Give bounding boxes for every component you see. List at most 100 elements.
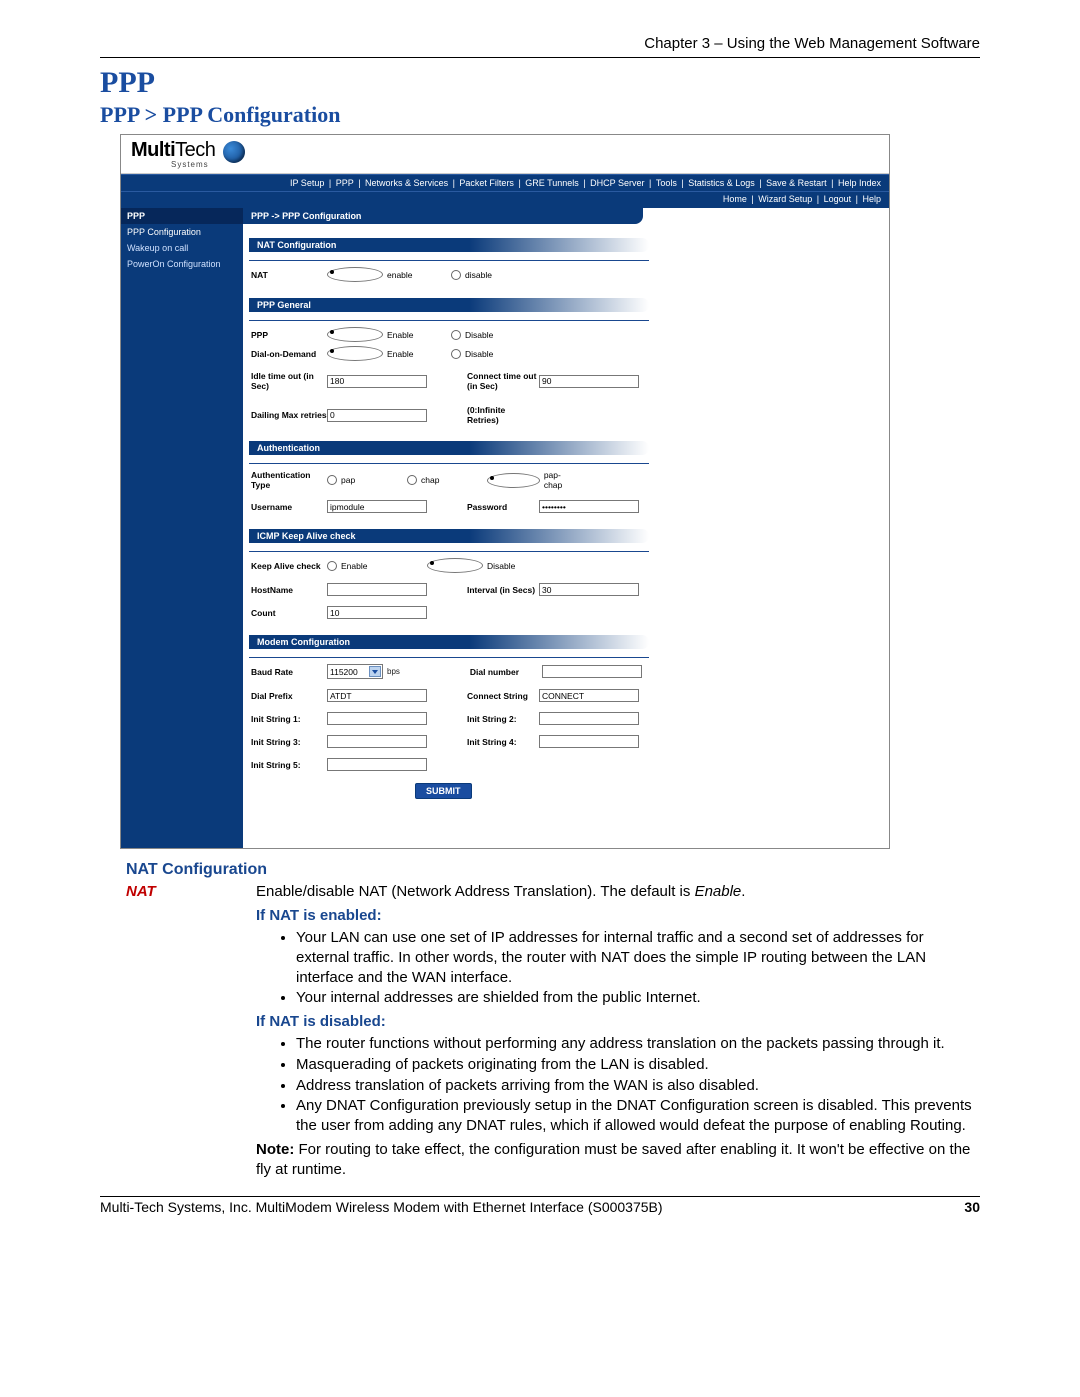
subheading-nat-disabled: If NAT is disabled:	[126, 1012, 980, 1032]
input-username[interactable]	[327, 500, 427, 513]
menu-item[interactable]: Save & Restart	[766, 178, 827, 188]
input-password[interactable]	[539, 500, 639, 513]
radio-auth-pap-chap[interactable]: pap-chap	[487, 470, 577, 490]
list-item: Your internal addresses are shielded fro…	[296, 988, 980, 1008]
label-auth-type: Authentication Type	[251, 470, 327, 490]
page-number: 30	[964, 1199, 980, 1215]
menu-item[interactable]: GRE Tunnels	[525, 178, 579, 188]
unit-bps: bps	[387, 667, 400, 676]
list-item: Any DNAT Configuration previously setup …	[296, 1096, 980, 1136]
list-nat-enabled: Your LAN can use one set of IP addresses…	[126, 928, 980, 1008]
label-dial-number: Dial number	[470, 667, 542, 677]
input-idle-timeout[interactable]	[327, 375, 427, 388]
sidebar-item-wakeup-on-call[interactable]: Wakeup on call	[121, 240, 243, 256]
section-divider	[249, 320, 649, 321]
logo-multi: MultiTech	[131, 139, 215, 161]
radio-nat-disable[interactable]: disable	[451, 270, 575, 280]
screenshot-box: MultiTech Systems IP Setup | PPP | Netwo…	[120, 134, 890, 849]
label-init-string-3: Init String 3:	[251, 737, 327, 747]
input-connect-string[interactable]	[539, 689, 639, 702]
input-dial-prefix[interactable]	[327, 689, 427, 702]
select-baud-rate[interactable]: 115200	[327, 664, 383, 679]
label-dial-prefix: Dial Prefix	[251, 691, 327, 701]
section-ppp-general-title: PPP General	[249, 298, 649, 312]
menu-item[interactable]: Networks & Services	[365, 178, 448, 188]
menu-item[interactable]: DHCP Server	[590, 178, 644, 188]
sub-menu: Home | Wizard Setup | Logout | Help	[121, 191, 889, 208]
label-count: Count	[251, 608, 327, 618]
section-divider	[249, 551, 649, 552]
label-dial-on-demand: Dial-on-Demand	[251, 349, 327, 359]
label-init-string-2: Init String 2:	[467, 714, 539, 724]
input-hostname[interactable]	[327, 583, 427, 596]
submenu-item[interactable]: Logout	[824, 194, 852, 204]
radio-nat-enable[interactable]: enable	[327, 267, 451, 282]
input-init-string-4[interactable]	[539, 735, 639, 748]
radio-ppp-disable[interactable]: Disable	[451, 330, 575, 340]
input-count[interactable]	[327, 606, 427, 619]
label-interval: Interval (in Secs)	[467, 585, 539, 595]
radio-dod-enable[interactable]: Enable	[327, 346, 451, 361]
input-dial-max-retries[interactable]	[327, 409, 427, 422]
sidebar-item-poweron-configuration[interactable]: PowerOn Configuration	[121, 256, 243, 272]
menu-item[interactable]: IP Setup	[290, 178, 324, 188]
menu-item[interactable]: PPP	[336, 178, 354, 188]
radio-keepalive-enable[interactable]: Enable	[327, 561, 427, 571]
radio-auth-chap[interactable]: chap	[407, 475, 487, 485]
label-connect-string: Connect String	[467, 691, 539, 701]
page-title: PPP	[100, 66, 980, 100]
sidebar-item-ppp-configuration[interactable]: PPP Configuration	[121, 224, 243, 240]
section-icmp-keep-alive-title: ICMP Keep Alive check	[249, 529, 649, 543]
input-init-string-2[interactable]	[539, 712, 639, 725]
subheading-nat-enabled: If NAT is enabled:	[126, 906, 980, 926]
label-ppp: PPP	[251, 330, 327, 340]
input-dial-number[interactable]	[542, 665, 642, 678]
radio-dod-disable[interactable]: Disable	[451, 349, 575, 359]
input-init-string-3[interactable]	[327, 735, 427, 748]
label-username: Username	[251, 502, 327, 512]
section-modem-configuration-title: Modem Configuration	[249, 635, 649, 649]
app-logo-bar: MultiTech Systems	[121, 135, 889, 174]
section-divider	[249, 657, 649, 658]
input-interval[interactable]	[539, 583, 639, 596]
sidebar-category: PPP	[121, 208, 243, 224]
list-item: Masquerading of packets originating from…	[296, 1055, 980, 1075]
label-dial-max-retries: Dailing Max retries	[251, 410, 327, 420]
radio-auth-pap[interactable]: pap	[327, 475, 407, 485]
list-item: The router functions without performing …	[296, 1034, 980, 1054]
list-item: Your LAN can use one set of IP addresses…	[296, 928, 980, 987]
main-menu: IP Setup | PPP | Networks & Services | P…	[121, 174, 889, 191]
list-nat-disabled: The router functions without performing …	[126, 1034, 980, 1136]
section-authentication-title: Authentication	[249, 441, 649, 455]
submenu-item[interactable]: Home	[723, 194, 747, 204]
menu-item[interactable]: Help Index	[838, 178, 881, 188]
input-connect-timeout[interactable]	[539, 375, 639, 388]
section-nat-title: NAT Configuration	[249, 238, 649, 252]
radio-ppp-enable[interactable]: Enable	[327, 327, 451, 342]
page-subtitle: PPP > PPP Configuration	[100, 102, 980, 128]
section-divider	[249, 463, 649, 464]
menu-item[interactable]: Packet Filters	[459, 178, 514, 188]
chevron-down-icon	[369, 666, 381, 677]
label-init-string-5: Init String 5:	[251, 760, 327, 770]
list-item: Address translation of packets arriving …	[296, 1076, 980, 1096]
menu-item[interactable]: Tools	[656, 178, 677, 188]
label-connect-timeout: Connect time out (in Sec)	[467, 371, 539, 391]
label-password: Password	[467, 502, 539, 512]
menu-item[interactable]: Statistics & Logs	[688, 178, 755, 188]
submit-button[interactable]: SUBMIT	[415, 783, 472, 799]
input-init-string-1[interactable]	[327, 712, 427, 725]
label-keep-alive-check: Keep Alive check	[251, 561, 327, 571]
label-idle-timeout: Idle time out (in Sec)	[251, 371, 327, 391]
logo-orb-icon	[223, 141, 245, 163]
divider	[100, 57, 980, 58]
label-init-string-1: Init String 1:	[251, 714, 327, 724]
label-baud-rate: Baud Rate	[251, 667, 327, 677]
submenu-item[interactable]: Help	[862, 194, 881, 204]
radio-keepalive-disable[interactable]: Disable	[427, 558, 551, 573]
breadcrumb: PPP -> PPP Configuration	[243, 208, 643, 224]
submenu-item[interactable]: Wizard Setup	[758, 194, 812, 204]
label-hostname: HostName	[251, 585, 327, 595]
input-init-string-5[interactable]	[327, 758, 427, 771]
footer-divider	[100, 1196, 980, 1197]
